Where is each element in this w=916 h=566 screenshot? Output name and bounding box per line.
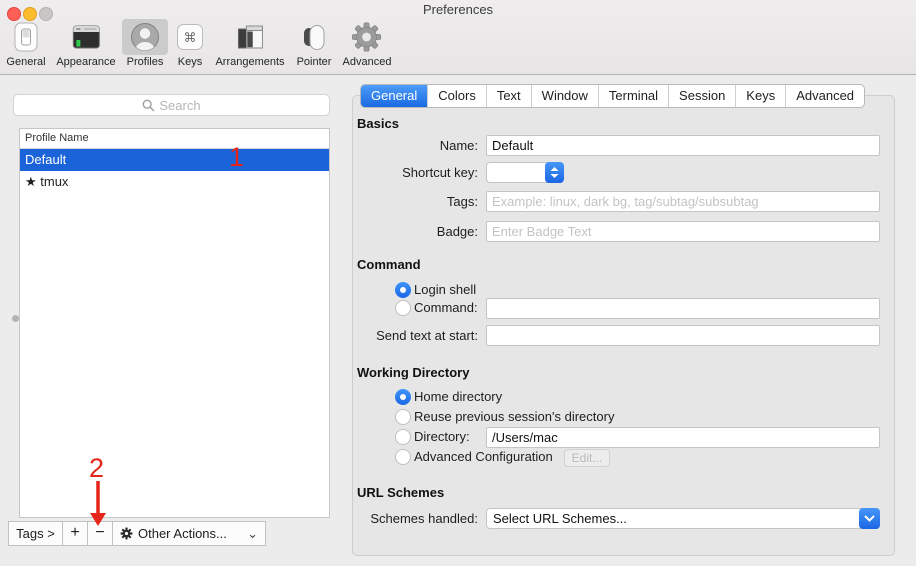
toolbar-item-arrangements[interactable]: Arrangements xyxy=(215,19,285,68)
windows-arrangement-icon xyxy=(227,19,273,55)
toolbar-item-appearance[interactable]: Appearance xyxy=(56,19,116,68)
profile-tabbar: General Colors Text Window Terminal Sess… xyxy=(360,84,866,108)
badge-field[interactable] xyxy=(486,221,880,242)
add-profile-button[interactable]: + xyxy=(62,521,88,546)
search-input[interactable]: Search xyxy=(13,94,330,116)
send-text-label: Send text at start: xyxy=(376,328,478,343)
annotation-1: 1 xyxy=(229,142,245,172)
reuse-directory-label: Reuse previous session's directory xyxy=(414,409,615,424)
tags-button[interactable]: Tags > xyxy=(8,521,63,546)
reuse-directory-radio[interactable] xyxy=(395,409,411,425)
other-actions-dropdown[interactable]: Other Actions... ⌄ xyxy=(112,521,266,546)
annotation-2: 2 xyxy=(89,453,105,483)
basics-heading: Basics xyxy=(357,116,399,131)
toolbar-item-profiles[interactable]: Profiles xyxy=(122,19,168,68)
badge-label: Badge: xyxy=(436,224,478,239)
url-schemes-heading: URL Schemes xyxy=(357,485,445,500)
advanced-configuration-label: Advanced Configuration xyxy=(414,449,553,464)
tab-keys[interactable]: Keys xyxy=(735,85,785,107)
schemes-handled-label: Schemes handled: xyxy=(370,511,478,526)
resize-dot-artifact xyxy=(12,315,19,322)
search-icon xyxy=(142,99,155,111)
tab-advanced[interactable]: Advanced xyxy=(785,85,864,107)
chevron-down-icon xyxy=(859,508,880,529)
person-icon xyxy=(122,19,168,55)
toolbar-label: Appearance xyxy=(56,56,116,68)
search-placeholder: Search xyxy=(159,97,201,113)
command-heading: Command xyxy=(357,257,421,272)
window-titlebar-toolbar: Preferences General Appearance Profiles … xyxy=(0,0,916,75)
command-field[interactable] xyxy=(486,298,880,319)
shortcut-key-label: Shortcut key: xyxy=(402,165,478,180)
profile-row-default[interactable]: Default xyxy=(20,149,329,171)
annotation-arrow-down xyxy=(90,481,106,526)
profile-list: Profile Name Default ★ tmux xyxy=(19,128,330,518)
toolbar-item-keys[interactable]: ⌘ Keys xyxy=(167,19,213,68)
profile-row-tmux[interactable]: ★ tmux xyxy=(20,171,329,193)
switch-icon xyxy=(3,19,49,55)
command-radio[interactable] xyxy=(395,300,411,316)
tags-field[interactable] xyxy=(486,191,880,212)
toolbar-item-pointer[interactable]: Pointer xyxy=(291,19,337,68)
login-shell-radio[interactable] xyxy=(395,282,411,298)
schemes-dropdown[interactable]: Select URL Schemes... xyxy=(486,508,880,529)
send-text-field[interactable] xyxy=(486,325,880,346)
tags-label: Tags: xyxy=(446,194,478,209)
toolbar-item-general[interactable]: General xyxy=(3,19,49,68)
gear-icon xyxy=(344,19,390,55)
tab-general[interactable]: General xyxy=(361,85,428,107)
name-label: Name: xyxy=(439,138,478,153)
profile-actions-bar: Tags > + − Other Actions... ⌄ xyxy=(8,521,266,546)
mouse-icon xyxy=(291,19,337,55)
svg-text:⌘: ⌘ xyxy=(184,31,197,46)
tab-window[interactable]: Window xyxy=(530,85,598,107)
home-directory-radio[interactable] xyxy=(395,389,411,405)
toolbar-label: Pointer xyxy=(296,56,332,68)
shortcut-key-dropdown[interactable] xyxy=(486,162,564,183)
chevron-down-icon: ⌄ xyxy=(247,526,258,541)
working-directory-heading: Working Directory xyxy=(357,365,470,380)
toolbar-label: General xyxy=(6,56,46,68)
tab-colors[interactable]: Colors xyxy=(427,85,486,107)
other-actions-label: Other Actions... xyxy=(138,526,227,541)
command-key-icon: ⌘ xyxy=(167,19,213,55)
toolbar-label: Keys xyxy=(177,56,203,68)
directory-label: Directory: xyxy=(414,429,470,444)
toolbar-item-advanced[interactable]: Advanced xyxy=(342,19,392,68)
directory-field[interactable] xyxy=(486,427,880,448)
stepper-icon xyxy=(545,162,564,183)
window-title: Preferences xyxy=(422,2,494,17)
toolbar-label: Arrangements xyxy=(215,56,285,68)
tab-session[interactable]: Session xyxy=(668,85,735,107)
directory-radio[interactable] xyxy=(395,429,411,445)
terminal-window-icon xyxy=(63,19,109,55)
profile-list-header: Profile Name xyxy=(20,129,329,149)
toolbar-label: Advanced xyxy=(342,56,392,68)
toolbar-label: Profiles xyxy=(126,56,164,68)
tab-terminal[interactable]: Terminal xyxy=(597,85,668,107)
advanced-configuration-radio[interactable] xyxy=(395,449,411,465)
name-field[interactable] xyxy=(486,135,880,156)
home-directory-label: Home directory xyxy=(414,389,503,404)
command-label: Command: xyxy=(414,300,478,315)
gear-icon xyxy=(120,527,133,540)
schemes-dropdown-value: Select URL Schemes... xyxy=(493,511,627,526)
edit-button[interactable]: Edit... xyxy=(564,449,610,467)
tab-text[interactable]: Text xyxy=(485,85,531,107)
login-shell-label: Login shell xyxy=(414,282,477,297)
